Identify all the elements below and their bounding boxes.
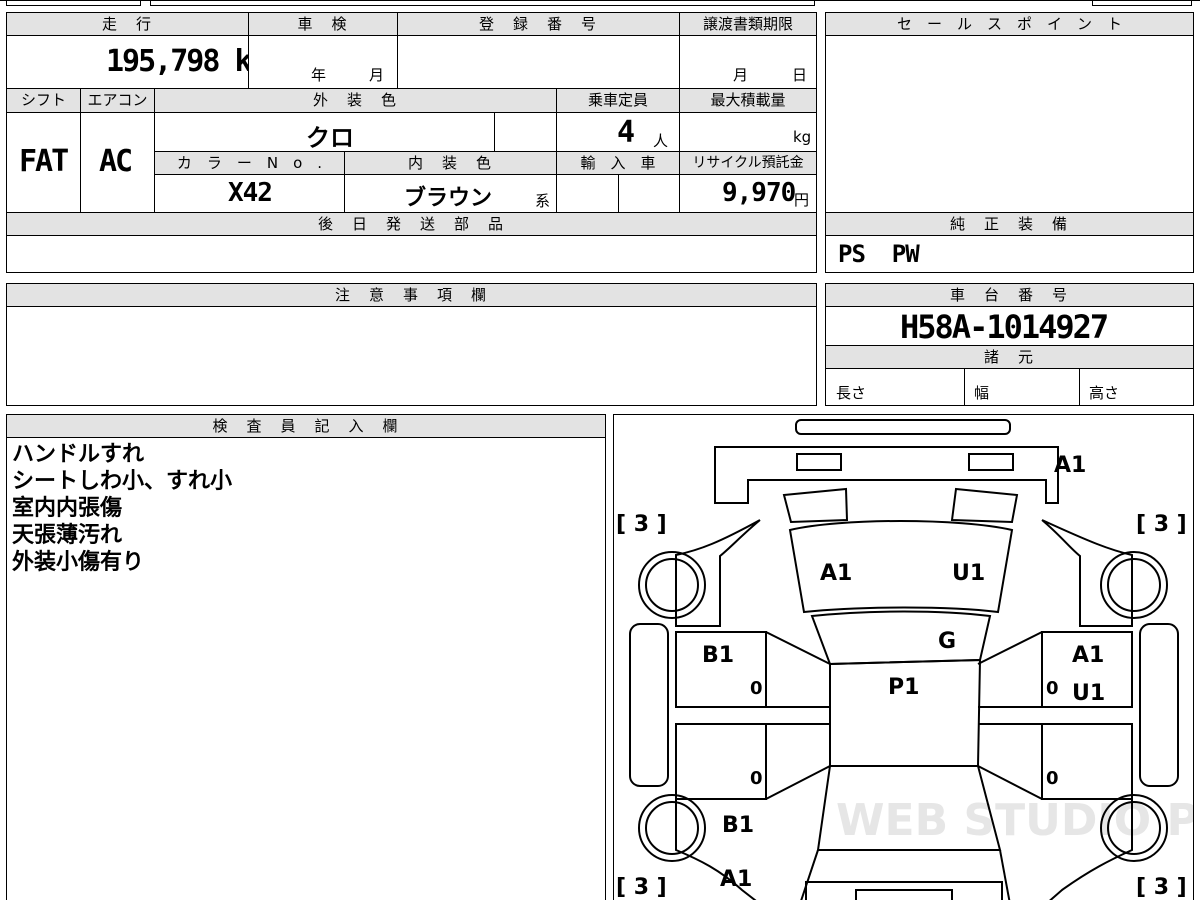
inspector-remarks-list: ハンドルすれ シートしわ小、すれ小 室内内張傷 天張薄汚れ 外装小傷有り [12,441,232,576]
remark-item: ハンドルすれ [12,442,145,467]
mileage-header: 走 行 [6,12,249,36]
left-front-door-code: 0 [750,678,763,699]
inspection-month-unit: 月 [369,66,385,84]
rear-left-code: A1 [720,867,752,892]
remark-item: シートしわ小、すれ小 [12,469,233,494]
notes-header: 注 意 事 項 欄 [6,283,817,307]
tire-right-front-label: [ 3 ] [1136,512,1187,537]
hood-left-code: A1 [820,561,852,586]
transfer-day-unit: 日 [792,66,808,84]
inspection-year-unit: 年 [311,66,327,84]
recycle-fee-header: リサイクル預託金 [679,151,817,175]
remark-item: 天張薄汚れ [12,523,123,548]
specs-header: 諸 元 [825,345,1194,369]
right-front-door-code: 0 [1046,678,1059,699]
tire-right-rear-label: [ 3 ] [1136,875,1187,900]
chassis-number-value: H58A-1014927 [900,308,1109,346]
remark-item: 室内内張傷 [12,496,123,521]
right-front-code-1: A1 [1072,643,1104,668]
later-parts-value [6,235,817,273]
registration-number-value [397,35,680,89]
capacity-header: 乗車定員 [556,88,680,113]
hood-right-code: U1 [952,561,985,586]
color-no-header: カ ラ ー N o . [154,151,345,175]
max-load-unit: kg [793,128,812,146]
genuine-equipment-header: 純 正 装 備 [825,212,1194,236]
recycle-fee-unit: 円 [794,191,810,209]
exterior-color-value: クロ [306,124,354,152]
right-front-code-2: U1 [1072,681,1105,706]
right-rear-door-code: 0 [1046,768,1059,789]
shift-header: シフト [6,88,81,113]
specs-height-label: 高さ [1089,384,1120,402]
remark-item: 外装小傷有り [12,550,145,575]
registration-number-header: 登 録 番 号 [397,12,680,36]
later-parts-header: 後 日 発 送 部 品 [6,212,817,236]
roof-code: P1 [888,675,919,700]
left-front-fender-code: B1 [702,643,734,668]
exterior-color-header: 外 装 色 [154,88,557,113]
capacity-unit: 人 [653,132,669,150]
front-bumper-code: A1 [1054,453,1086,478]
windshield-code: G [938,629,956,654]
shift-value: FAT [19,144,69,179]
car-outline-drawing: WEB STUDIO PRO [616,419,1193,900]
color-no-value: X42 [228,178,273,208]
left-rear-door-code: 0 [750,768,763,789]
import-header: 輸 入 車 [556,151,680,175]
transfer-month-unit: 月 [733,66,749,84]
max-load-header: 最大積載量 [679,88,817,113]
tire-left-front-label: [ 3 ] [616,512,667,537]
genuine-equipment-value: PS PW [838,240,920,268]
inspection-header: 車 検 [248,12,398,36]
specs-length-label: 長さ [836,384,867,402]
notes-area [6,306,817,406]
mileage-value: 195,798 km [106,44,269,79]
left-rear-quarter-code: B1 [722,813,754,838]
interior-color-suffix: 系 [535,192,551,210]
chassis-number-header: 車 台 番 号 [825,283,1194,307]
sales-point-area [825,35,1194,213]
transfer-deadline-header: 譲渡書類期限 [679,12,817,36]
interior-color-value: ブラウン [404,186,493,211]
interior-color-header: 内 装 色 [344,151,557,175]
aircon-header: エアコン [80,88,155,113]
damage-diagram: WEB STUDIO PRO [613,414,1194,900]
inspector-remarks-header: 検 査 員 記 入 欄 [6,414,606,438]
specs-width-label: 幅 [974,384,990,402]
recycle-fee-value: 9,970 [722,178,796,208]
sales-point-header: セ ー ル ス ポ イ ン ト [825,12,1194,36]
tire-left-rear-label: [ 3 ] [616,875,667,900]
aircon-value: AC [99,144,133,179]
capacity-value: 4 [617,115,636,150]
